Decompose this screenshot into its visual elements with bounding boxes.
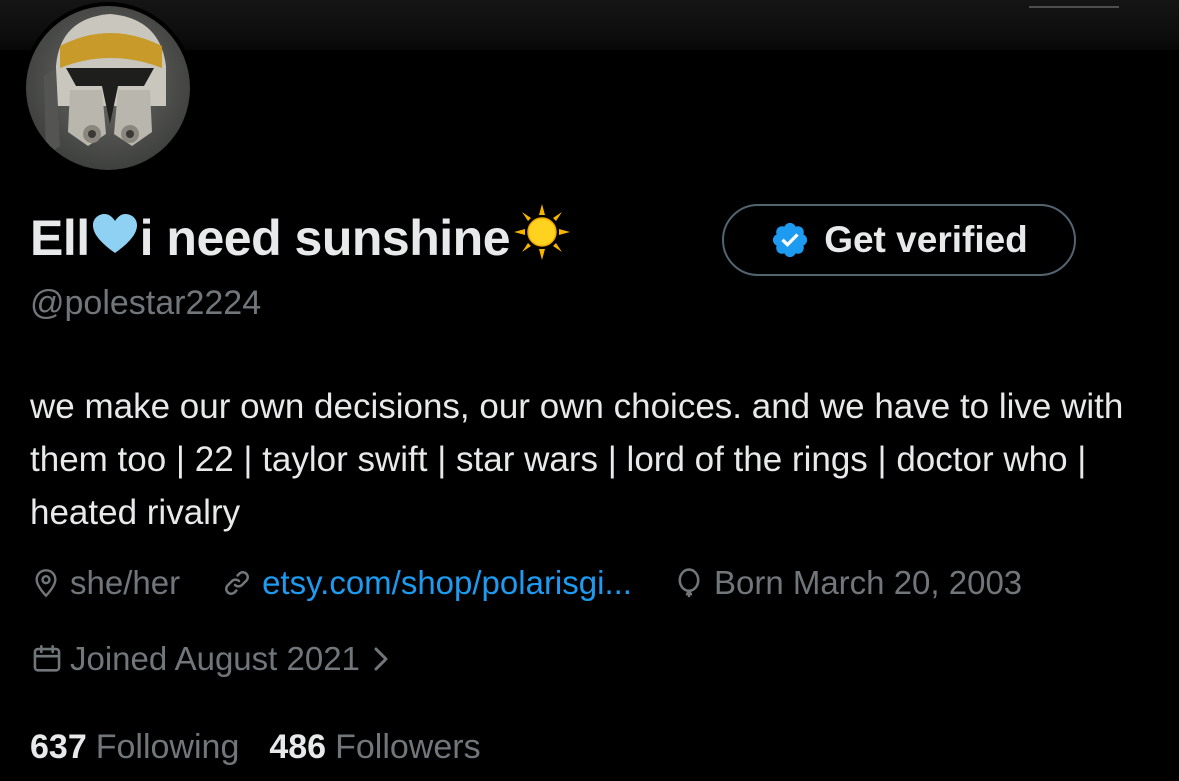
pronouns-item: she/her <box>30 564 180 602</box>
following-label: Following <box>95 728 240 766</box>
balloon-icon <box>678 568 700 598</box>
link-icon <box>225 570 250 596</box>
website-link[interactable]: etsy.com/shop/polarisgi... <box>262 564 632 602</box>
profile-bio: we make our own decisions, our own choic… <box>30 387 1124 532</box>
followers-count: 486 <box>269 728 327 766</box>
followers-label: Followers <box>335 728 481 766</box>
sun-icon <box>512 202 572 274</box>
get-verified-label: Get verified <box>824 219 1028 260</box>
follow-stats: 637 Following 486 Followers <box>30 728 511 767</box>
username-handle: @polestar2224 <box>30 284 262 322</box>
birthday-item: Born March 20, 2003 <box>672 564 1022 602</box>
followers-stat[interactable]: 486 Followers <box>269 728 480 767</box>
display-name-part2: i need sunshine <box>139 210 511 266</box>
website-item[interactable]: etsy.com/shop/polarisgi... <box>220 564 632 602</box>
birthday-text: Born March 20, 2003 <box>713 564 1023 601</box>
display-name-part1: Ell <box>30 210 90 266</box>
light-blue-heart-icon <box>92 209 138 267</box>
joined-text: Joined August 2021 <box>70 640 360 677</box>
calendar-icon <box>33 644 61 672</box>
display-name: Ell i need sunshine <box>30 202 572 274</box>
following-stat[interactable]: 637 Following <box>30 728 239 767</box>
display-name-row: Ell i need sunshine <box>30 202 572 274</box>
avatar[interactable] <box>22 2 194 174</box>
chevron-right-icon <box>374 647 388 671</box>
avatar-image <box>26 6 190 170</box>
location-icon <box>35 569 57 598</box>
get-verified-button[interactable]: Get verified <box>722 204 1076 276</box>
joined-date-row[interactable]: Joined August 2021 <box>30 640 396 678</box>
verified-badge-icon <box>773 222 808 258</box>
profile-meta: she/her etsy.com/shop/polarisgi... Born … <box>30 564 1062 602</box>
pronouns-text: she/her <box>70 564 181 601</box>
following-count: 637 <box>30 728 87 766</box>
